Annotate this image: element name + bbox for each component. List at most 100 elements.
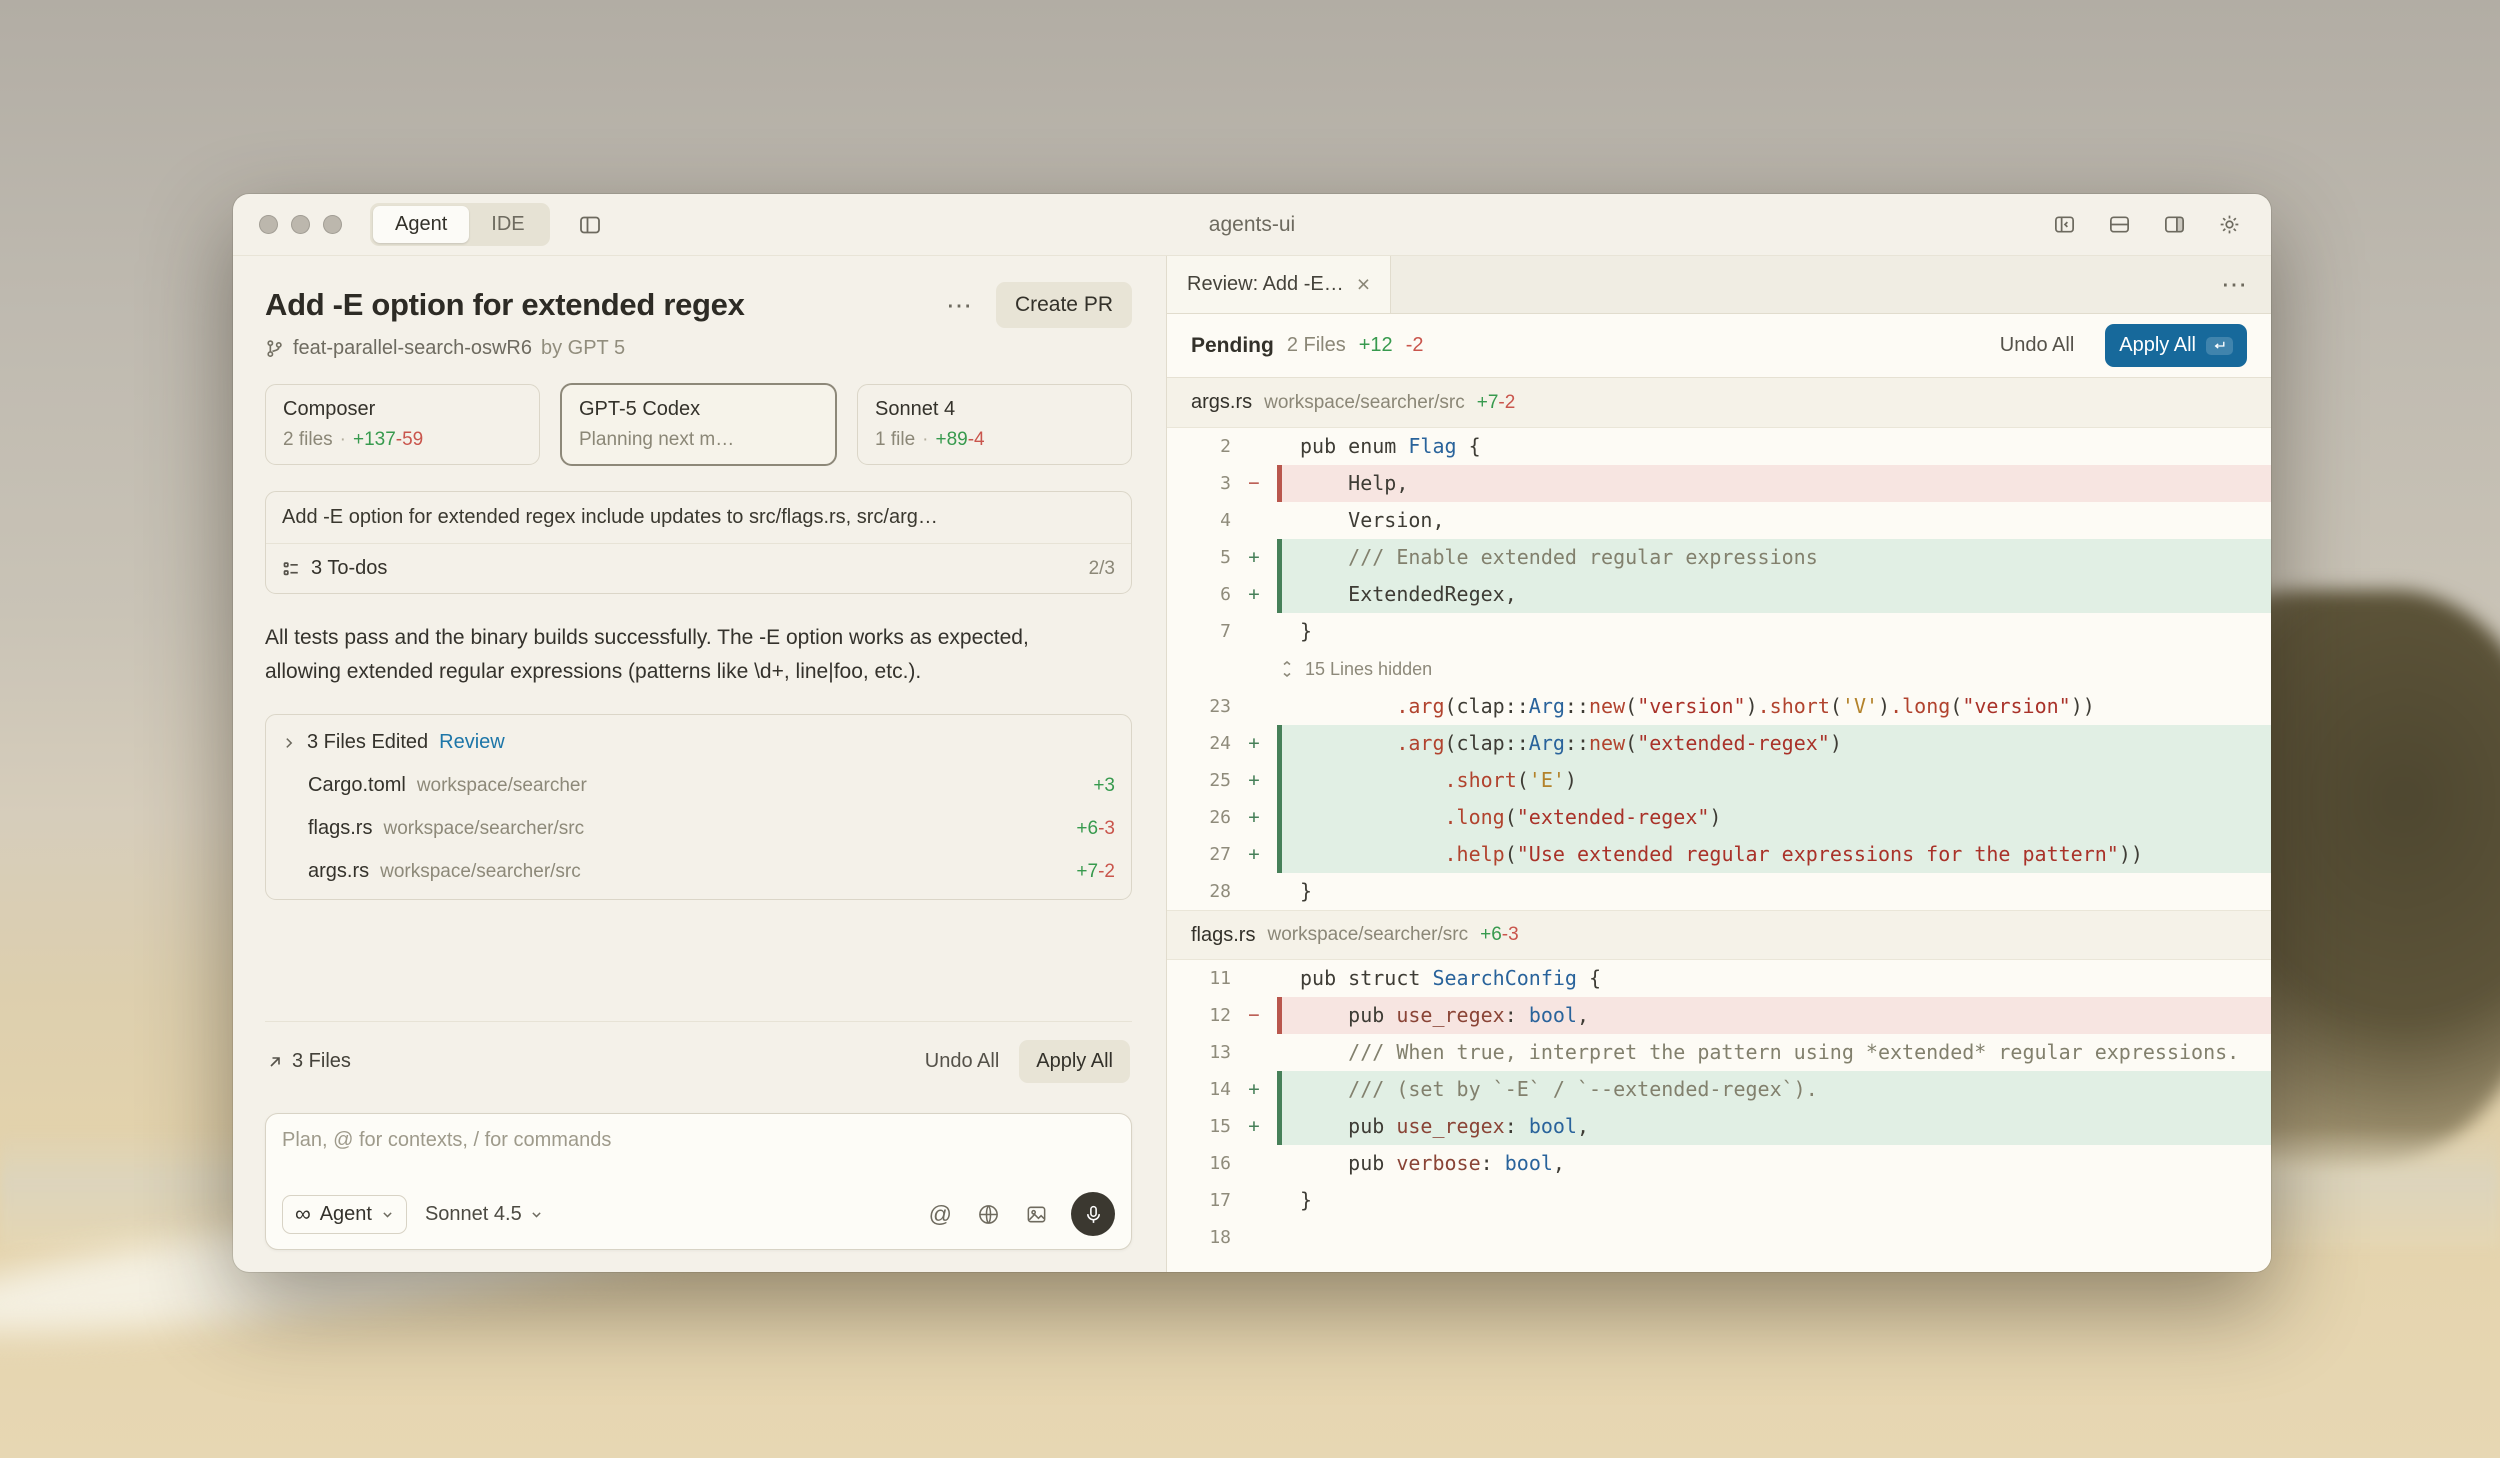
chevron-right-icon xyxy=(282,736,296,750)
code-content: /// When true, interpret the pattern usi… xyxy=(1277,1034,2271,1071)
diff-hidden-lines[interactable]: 15 Lines hidden xyxy=(1167,650,2271,688)
review-tabbar: Review: Add -E… × ⋯ xyxy=(1167,256,2271,314)
review-panel: Review: Add -E… × ⋯ Pending 2 Files +12 … xyxy=(1166,256,2271,1272)
attach-image-button[interactable] xyxy=(1023,1201,1050,1228)
close-tab-button[interactable]: × xyxy=(1357,273,1370,296)
todo-list-icon xyxy=(282,560,300,578)
agent-card-meta: 1 file·+89-4 xyxy=(875,429,1114,451)
agent-mode-icon: ∞ xyxy=(295,1203,311,1225)
edited-file-row[interactable]: Cargo.tomlworkspace/searcher+3 xyxy=(266,764,1131,807)
sidebar-toggle-button[interactable] xyxy=(574,209,606,241)
titlebar-actions xyxy=(2049,209,2245,240)
todos-progress: 2/3 xyxy=(1089,558,1115,580)
todos-label: 3 To-dos xyxy=(311,557,387,580)
diff-line: 17} xyxy=(1167,1182,2271,1219)
task-box: Add -E option for extended regex include… xyxy=(265,491,1132,594)
apply-all-button[interactable]: Apply All xyxy=(1019,1040,1130,1083)
diff-line: 23 .arg(clap::Arg::new("version").short(… xyxy=(1167,688,2271,725)
diff-sections[interactable]: args.rsworkspace/searcher/src+7-22pub en… xyxy=(1167,378,2271,1272)
code-content: .long("extended-regex") xyxy=(1277,799,2271,836)
files-chip[interactable]: 3 Files xyxy=(267,1050,351,1073)
review-undo-all-button[interactable]: Undo All xyxy=(1988,326,2087,365)
agent-card[interactable]: Sonnet 41 file·+89-4 xyxy=(857,384,1132,465)
line-number: 5 xyxy=(1167,539,1231,576)
agent-card-name: Composer xyxy=(283,398,522,421)
diff-line: 25+ .short('E') xyxy=(1167,762,2271,799)
agent-card-status: Planning next m… xyxy=(579,429,734,451)
diff-file-name: flags.rs xyxy=(1191,924,1255,947)
line-number: 23 xyxy=(1167,688,1231,725)
agent-card-meta: 2 files·+137-59 xyxy=(283,429,522,451)
review-tab-label: Review: Add -E… xyxy=(1187,273,1344,296)
diff-sign: + xyxy=(1231,836,1277,873)
mention-button[interactable]: @ xyxy=(927,1199,954,1230)
files-edited-list: Cargo.tomlworkspace/searcher+3flags.rswo… xyxy=(266,764,1131,893)
line-number: 3 xyxy=(1167,465,1231,502)
diff-sign: − xyxy=(1231,465,1277,502)
code-content: } xyxy=(1277,613,2271,650)
web-button[interactable] xyxy=(975,1201,1002,1228)
edited-file-row[interactable]: args.rsworkspace/searcher/src+7-2 xyxy=(266,850,1131,893)
review-apply-all-button[interactable]: Apply All xyxy=(2105,324,2247,367)
diff-sign: + xyxy=(1231,725,1277,762)
settings-gear-icon xyxy=(2218,213,2241,236)
tab-ide[interactable]: IDE xyxy=(469,206,546,243)
tab-agent[interactable]: Agent xyxy=(373,206,469,243)
dot-separator: · xyxy=(922,429,928,451)
panel-left-button[interactable] xyxy=(2049,209,2080,240)
agent-card-name: Sonnet 4 xyxy=(875,398,1114,421)
diff-sign xyxy=(1231,428,1277,465)
diff-file-header[interactable]: flags.rsworkspace/searcher/src+6-3 xyxy=(1167,910,2271,960)
create-pr-button[interactable]: Create PR xyxy=(996,282,1132,328)
unfold-icon xyxy=(1279,661,1295,677)
model-select[interactable]: Sonnet 4.5 xyxy=(425,1203,543,1226)
review-link[interactable]: Review xyxy=(439,731,505,754)
diff-sign: + xyxy=(1231,539,1277,576)
settings-button[interactable] xyxy=(2214,209,2245,240)
file-diffstat: +6-3 xyxy=(1076,818,1115,840)
more-options-button[interactable]: ⋯ xyxy=(936,288,982,322)
panel-right-button[interactable] xyxy=(2159,209,2190,240)
composer-input[interactable] xyxy=(282,1129,1115,1192)
code-content: } xyxy=(1277,873,2271,910)
line-number: 6 xyxy=(1167,576,1231,613)
panel-bottom-button[interactable] xyxy=(2104,209,2135,240)
file-diffstat: +3 xyxy=(1093,775,1115,797)
agent-card-meta: Planning next m… xyxy=(579,429,818,451)
diff-file-path: workspace/searcher/src xyxy=(1264,392,1465,414)
agent-card[interactable]: GPT-5 CodexPlanning next m… xyxy=(561,384,836,465)
app-window: agents-ui Agent IDE xyxy=(233,194,2271,1272)
dot-separator: · xyxy=(340,429,346,451)
undo-all-button[interactable]: Undo All xyxy=(913,1042,1012,1081)
dictate-button[interactable] xyxy=(1071,1192,1115,1236)
hidden-lines-label: 15 Lines hidden xyxy=(1305,659,1432,680)
task-summary-row[interactable]: Add -E option for extended regex include… xyxy=(266,492,1131,543)
files-edited-box: 3 Files Edited Review Cargo.tomlworkspac… xyxy=(265,714,1132,900)
code-content: /// Enable extended regular expressions xyxy=(1277,539,2271,576)
diff-sign xyxy=(1231,613,1277,650)
code-content: pub enum Flag { xyxy=(1277,428,2271,465)
review-more-button[interactable]: ⋯ xyxy=(2197,269,2271,300)
code-content: ExtendedRegex, xyxy=(1277,576,2271,613)
pending-deletions: -2 xyxy=(1406,334,1424,357)
diff-line: 5+ /// Enable extended regular expressio… xyxy=(1167,539,2271,576)
diff-file-name: args.rs xyxy=(1191,391,1252,414)
diff-line: 13 /// When true, interpret the pattern … xyxy=(1167,1034,2271,1071)
diff-line: 15+ pub use_regex: bool, xyxy=(1167,1108,2271,1145)
files-edited-header[interactable]: 3 Files Edited Review xyxy=(266,721,1131,764)
agent-cards: Composer 2 files·+137-59 GPT-5 CodexPlanni… xyxy=(265,384,1132,465)
agent-card-files: 1 file xyxy=(875,429,915,451)
composer-icons: @ xyxy=(927,1192,1115,1236)
pending-label: Pending xyxy=(1191,334,1274,358)
line-number: 26 xyxy=(1167,799,1231,836)
agent-message: All tests pass and the binary builds suc… xyxy=(265,621,1055,689)
todos-row[interactable]: 3 To-dos 2/3 xyxy=(266,543,1131,593)
agent-mode-select[interactable]: ∞ Agent xyxy=(282,1195,407,1234)
diff-file-header[interactable]: args.rsworkspace/searcher/src+7-2 xyxy=(1167,378,2271,428)
edited-file-row[interactable]: flags.rsworkspace/searcher/src+6-3 xyxy=(266,807,1131,850)
review-tab[interactable]: Review: Add -E… × xyxy=(1167,256,1391,313)
line-number: 2 xyxy=(1167,428,1231,465)
task-title-row: Add -E option for extended regex ⋯ Creat… xyxy=(265,282,1132,328)
diff-line: 6+ ExtendedRegex, xyxy=(1167,576,2271,613)
agent-card[interactable]: Composer 2 files·+137-59 xyxy=(265,384,540,465)
